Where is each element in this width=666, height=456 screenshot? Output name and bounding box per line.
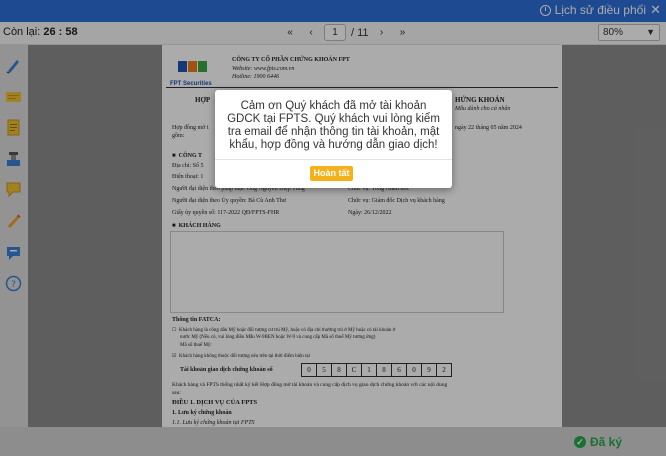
dialog-divider — [215, 159, 452, 160]
confirm-button[interactable]: Hoàn tất — [310, 166, 353, 181]
success-message: Cảm ơn Quý khách đã mở tài khoản GDCK tạ… — [227, 100, 440, 151]
success-dialog: Cảm ơn Quý khách đã mở tài khoản GDCK tạ… — [215, 90, 452, 188]
modal-backdrop[interactable] — [0, 0, 666, 456]
